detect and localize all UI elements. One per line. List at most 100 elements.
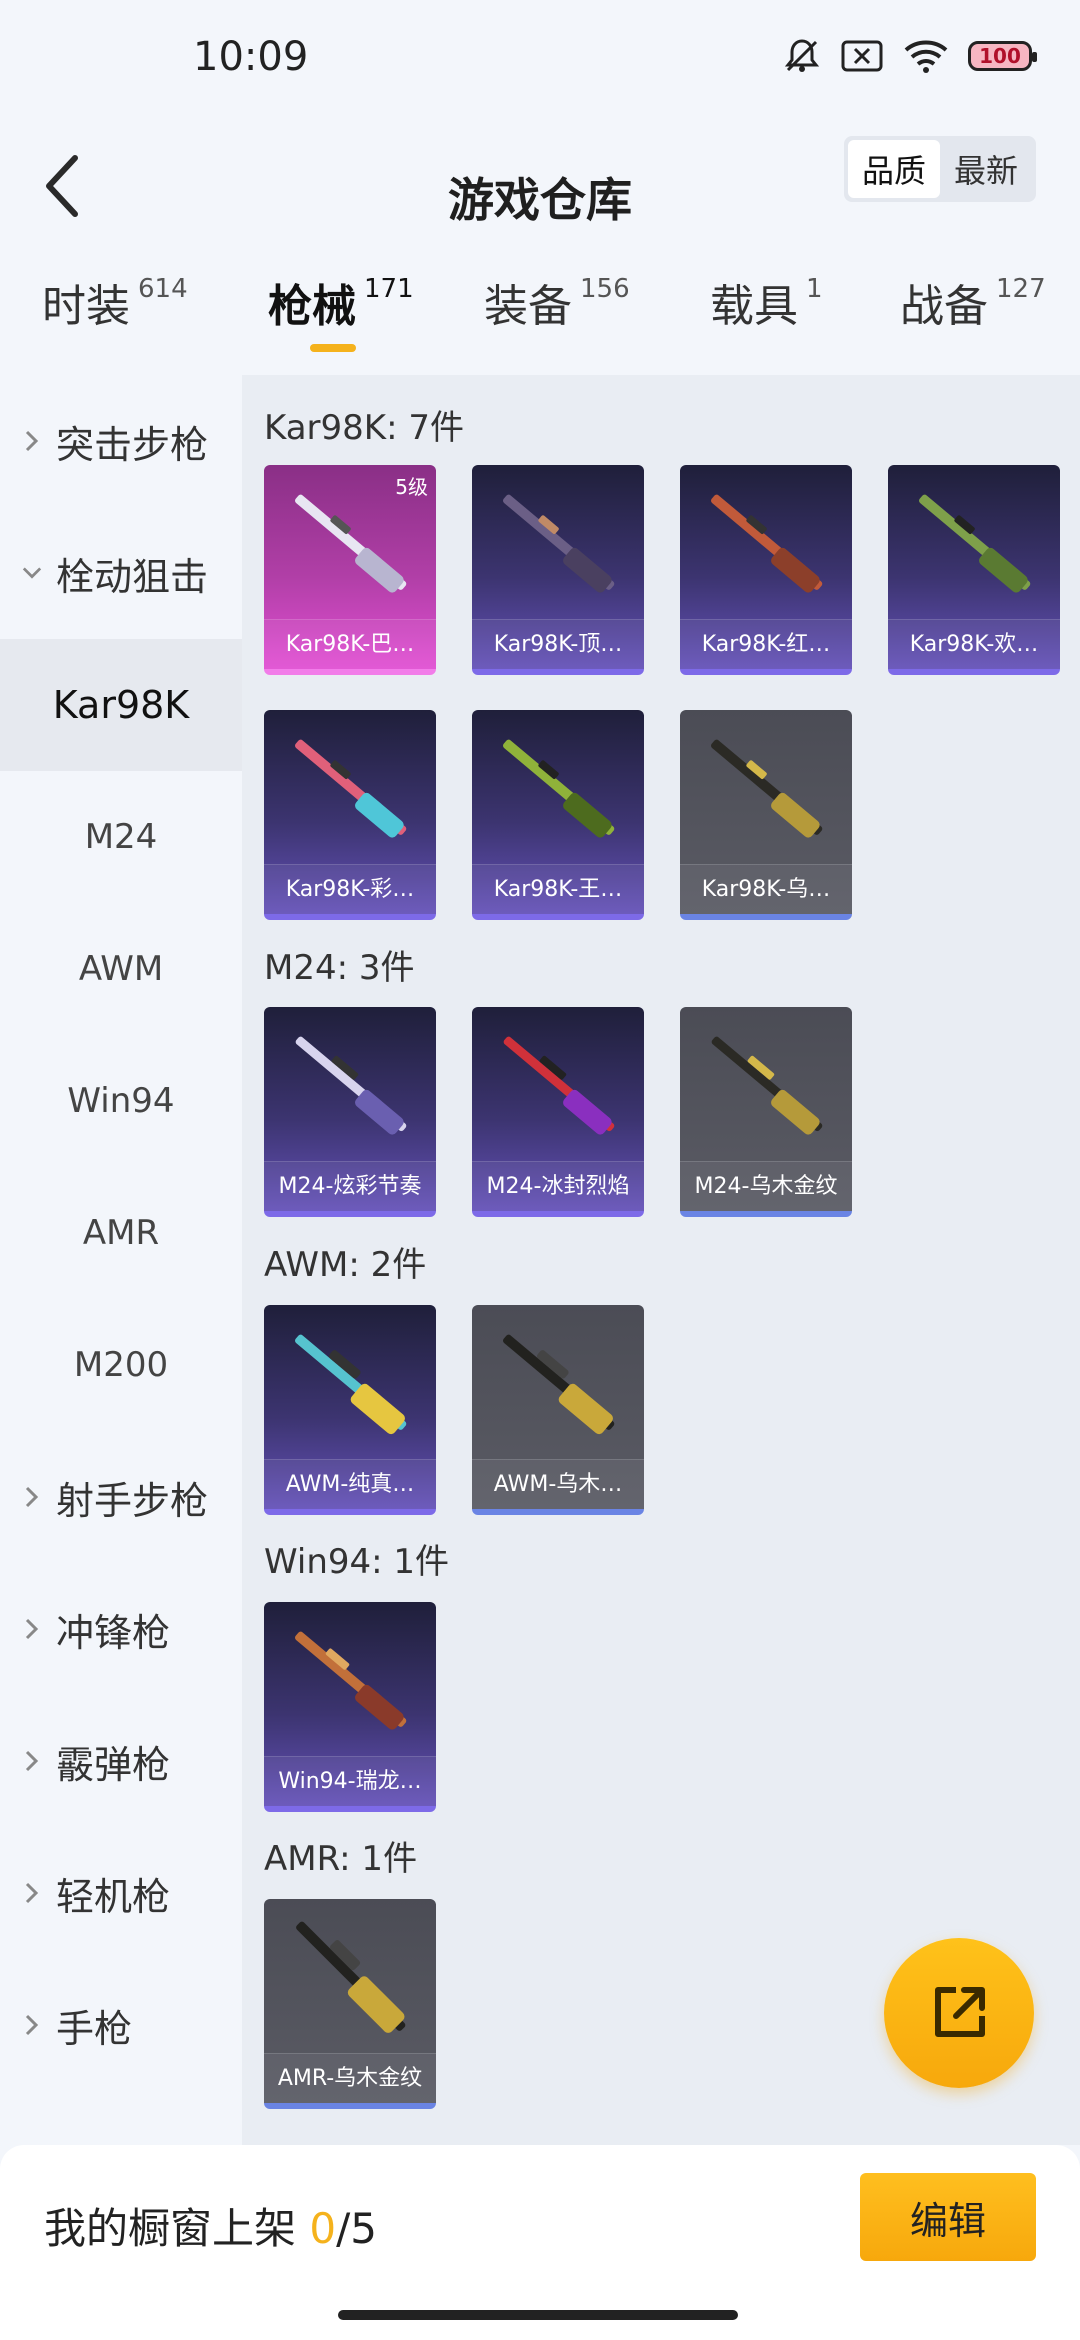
tab-label: 载具: [710, 281, 798, 332]
sidebar-item-label: 手枪: [56, 2006, 133, 2051]
chevron-right-icon: [22, 430, 42, 452]
section-title-win94: Win94: 1件: [264, 1542, 450, 1582]
skin-card[interactable]: 5级 Kar98K-巴…: [264, 465, 436, 675]
skin-name: Kar98K-乌…: [680, 864, 852, 914]
section-title-awm: AWM: 2件: [264, 1245, 427, 1285]
sidebar-item-smg[interactable]: 冲锋枪: [0, 1563, 242, 1695]
skin-name: AMR-乌木金纹: [264, 2053, 436, 2103]
sidebar-subitem-amr[interactable]: AMR: [0, 1167, 242, 1299]
sidebar-item-assault-rifles[interactable]: 突击步枪: [0, 375, 242, 507]
home-indicator[interactable]: [338, 2310, 738, 2320]
bottom-bar: 我的橱窗上架 0/5 编辑: [0, 2145, 1080, 2340]
skin-name: Kar98K-欢…: [888, 619, 1060, 669]
status-icons: 100: [782, 36, 1037, 76]
rifle-icon: [919, 494, 1031, 593]
sidebar-item-pistols[interactable]: 手枪: [0, 1959, 242, 2091]
category-tabs: 时装 614 枪械 171 装备 156 载具 1 战备 127: [0, 270, 1080, 370]
sidebar-item-label: 栓动狙击: [56, 554, 209, 599]
section-title-m24: M24: 3件: [264, 948, 415, 988]
tab-firearms[interactable]: 枪械 171: [268, 270, 414, 334]
skin-name: Kar98K-王…: [472, 864, 644, 914]
skin-card[interactable]: AMR-乌木金纹: [264, 1899, 436, 2109]
skin-name: Kar98K-顶…: [472, 619, 644, 669]
tab-count: 171: [364, 274, 414, 304]
rifle-icon: [503, 494, 615, 593]
skin-name: M24-乌木金纹: [680, 1161, 852, 1211]
skin-card[interactable]: Win94-瑞龙…: [264, 1602, 436, 1812]
rifle-icon: [711, 739, 823, 838]
sidebar-subitem-m24[interactable]: M24: [0, 771, 242, 903]
tab-combat-supplies[interactable]: 战备 127: [900, 270, 1046, 334]
skin-name: Kar98K-巴…: [264, 619, 436, 669]
tab-count: 614: [138, 274, 188, 304]
skin-card[interactable]: Kar98K-顶…: [472, 465, 644, 675]
weapon-type-sidebar: 突击步枪 栓动狙击 Kar98K M24 AWM Win94 AMR M200 …: [0, 375, 242, 2145]
showcase-current: 0: [309, 2204, 337, 2253]
sidebar-item-label: AWM: [78, 949, 164, 989]
chevron-down-icon: [22, 563, 42, 583]
skin-card[interactable]: AWM-纯真…: [264, 1305, 436, 1515]
sidebar-item-label: 射手步枪: [56, 1478, 209, 1523]
skin-card[interactable]: M24-乌木金纹: [680, 1007, 852, 1217]
bell-muted-icon: [782, 36, 822, 76]
battery-level: 100: [979, 44, 1021, 68]
sidebar-item-label: 霰弹枪: [56, 1742, 171, 1787]
header: 游戏仓库 品质 最新: [0, 120, 1080, 250]
skin-card[interactable]: Kar98K-乌…: [680, 710, 852, 920]
edit-button[interactable]: 编辑: [860, 2173, 1036, 2261]
sidebar-subitem-awm[interactable]: AWM: [0, 903, 242, 1035]
sidebar-item-label: 冲锋枪: [56, 1610, 171, 1655]
sort-quality-option[interactable]: 品质: [848, 140, 940, 198]
sidebar-item-marksman-rifles[interactable]: 射手步枪: [0, 1431, 242, 1563]
chevron-right-icon: [22, 2014, 42, 2036]
share-button[interactable]: [884, 1938, 1034, 2088]
tab-label: 时装: [42, 281, 130, 332]
skin-name: Kar98K-彩…: [264, 864, 436, 914]
chevron-right-icon: [22, 1618, 42, 1640]
skin-card[interactable]: M24-炫彩节奏: [264, 1007, 436, 1217]
tab-count: 1: [806, 274, 823, 304]
sidebar-item-bolt-sniper[interactable]: 栓动狙击: [0, 507, 242, 639]
rifle-icon: [295, 739, 407, 838]
rifle-icon: [295, 1036, 407, 1135]
rifle-icon: [503, 739, 615, 838]
skin-name: AWM-纯真…: [264, 1459, 436, 1509]
rifle-icon: [711, 494, 823, 593]
chevron-right-icon: [22, 1882, 42, 1904]
skin-name: M24-炫彩节奏: [264, 1161, 436, 1211]
skin-level-badge: 5级: [395, 475, 428, 499]
skin-card[interactable]: Kar98K-欢…: [888, 465, 1060, 675]
skin-name: M24-冰封烈焰: [472, 1161, 644, 1211]
skin-card[interactable]: M24-冰封烈焰: [472, 1007, 644, 1217]
skin-name: Win94-瑞龙…: [264, 1756, 436, 1806]
skin-card[interactable]: Kar98K-王…: [472, 710, 644, 920]
skin-card[interactable]: AWM-乌木…: [472, 1305, 644, 1515]
rifle-icon: [711, 1036, 823, 1135]
showcase-label: 我的橱窗上架: [44, 2204, 297, 2253]
tab-label: 枪械: [268, 281, 356, 332]
sidebar-subitem-kar98k[interactable]: Kar98K: [0, 639, 242, 771]
tab-vehicles[interactable]: 载具 1: [710, 270, 823, 334]
sort-newest-option[interactable]: 最新: [940, 140, 1032, 198]
sidebar-subitem-win94[interactable]: Win94: [0, 1035, 242, 1167]
section-title-amr: AMR: 1件: [264, 1839, 418, 1879]
tab-label: 战备: [900, 281, 988, 332]
skin-card[interactable]: Kar98K-彩…: [264, 710, 436, 920]
tab-count: 127: [996, 274, 1046, 304]
share-icon: [935, 1987, 985, 2037]
sidebar-item-label: 突击步枪: [56, 422, 209, 467]
sidebar-item-lmg[interactable]: 轻机枪: [0, 1827, 242, 1959]
chevron-right-icon: [22, 1750, 42, 1772]
sidebar-item-label: M24: [84, 817, 158, 857]
battery-indicator: 100: [968, 41, 1037, 71]
chevron-right-icon: [22, 1486, 42, 1508]
sidebar-item-shotguns[interactable]: 霰弹枪: [0, 1695, 242, 1827]
skin-card[interactable]: Kar98K-红…: [680, 465, 852, 675]
sort-toggle: 品质 最新: [844, 136, 1036, 202]
tab-fashion[interactable]: 时装 614: [42, 270, 188, 334]
sidebar-item-label: Win94: [67, 1081, 175, 1121]
sidebar-subitem-m200[interactable]: M200: [0, 1299, 242, 1431]
showcase-count: 我的橱窗上架 0/5: [44, 2195, 377, 2256]
tab-gear[interactable]: 装备 156: [484, 270, 630, 334]
section-title-kar98k: Kar98K: 7件: [264, 408, 464, 448]
